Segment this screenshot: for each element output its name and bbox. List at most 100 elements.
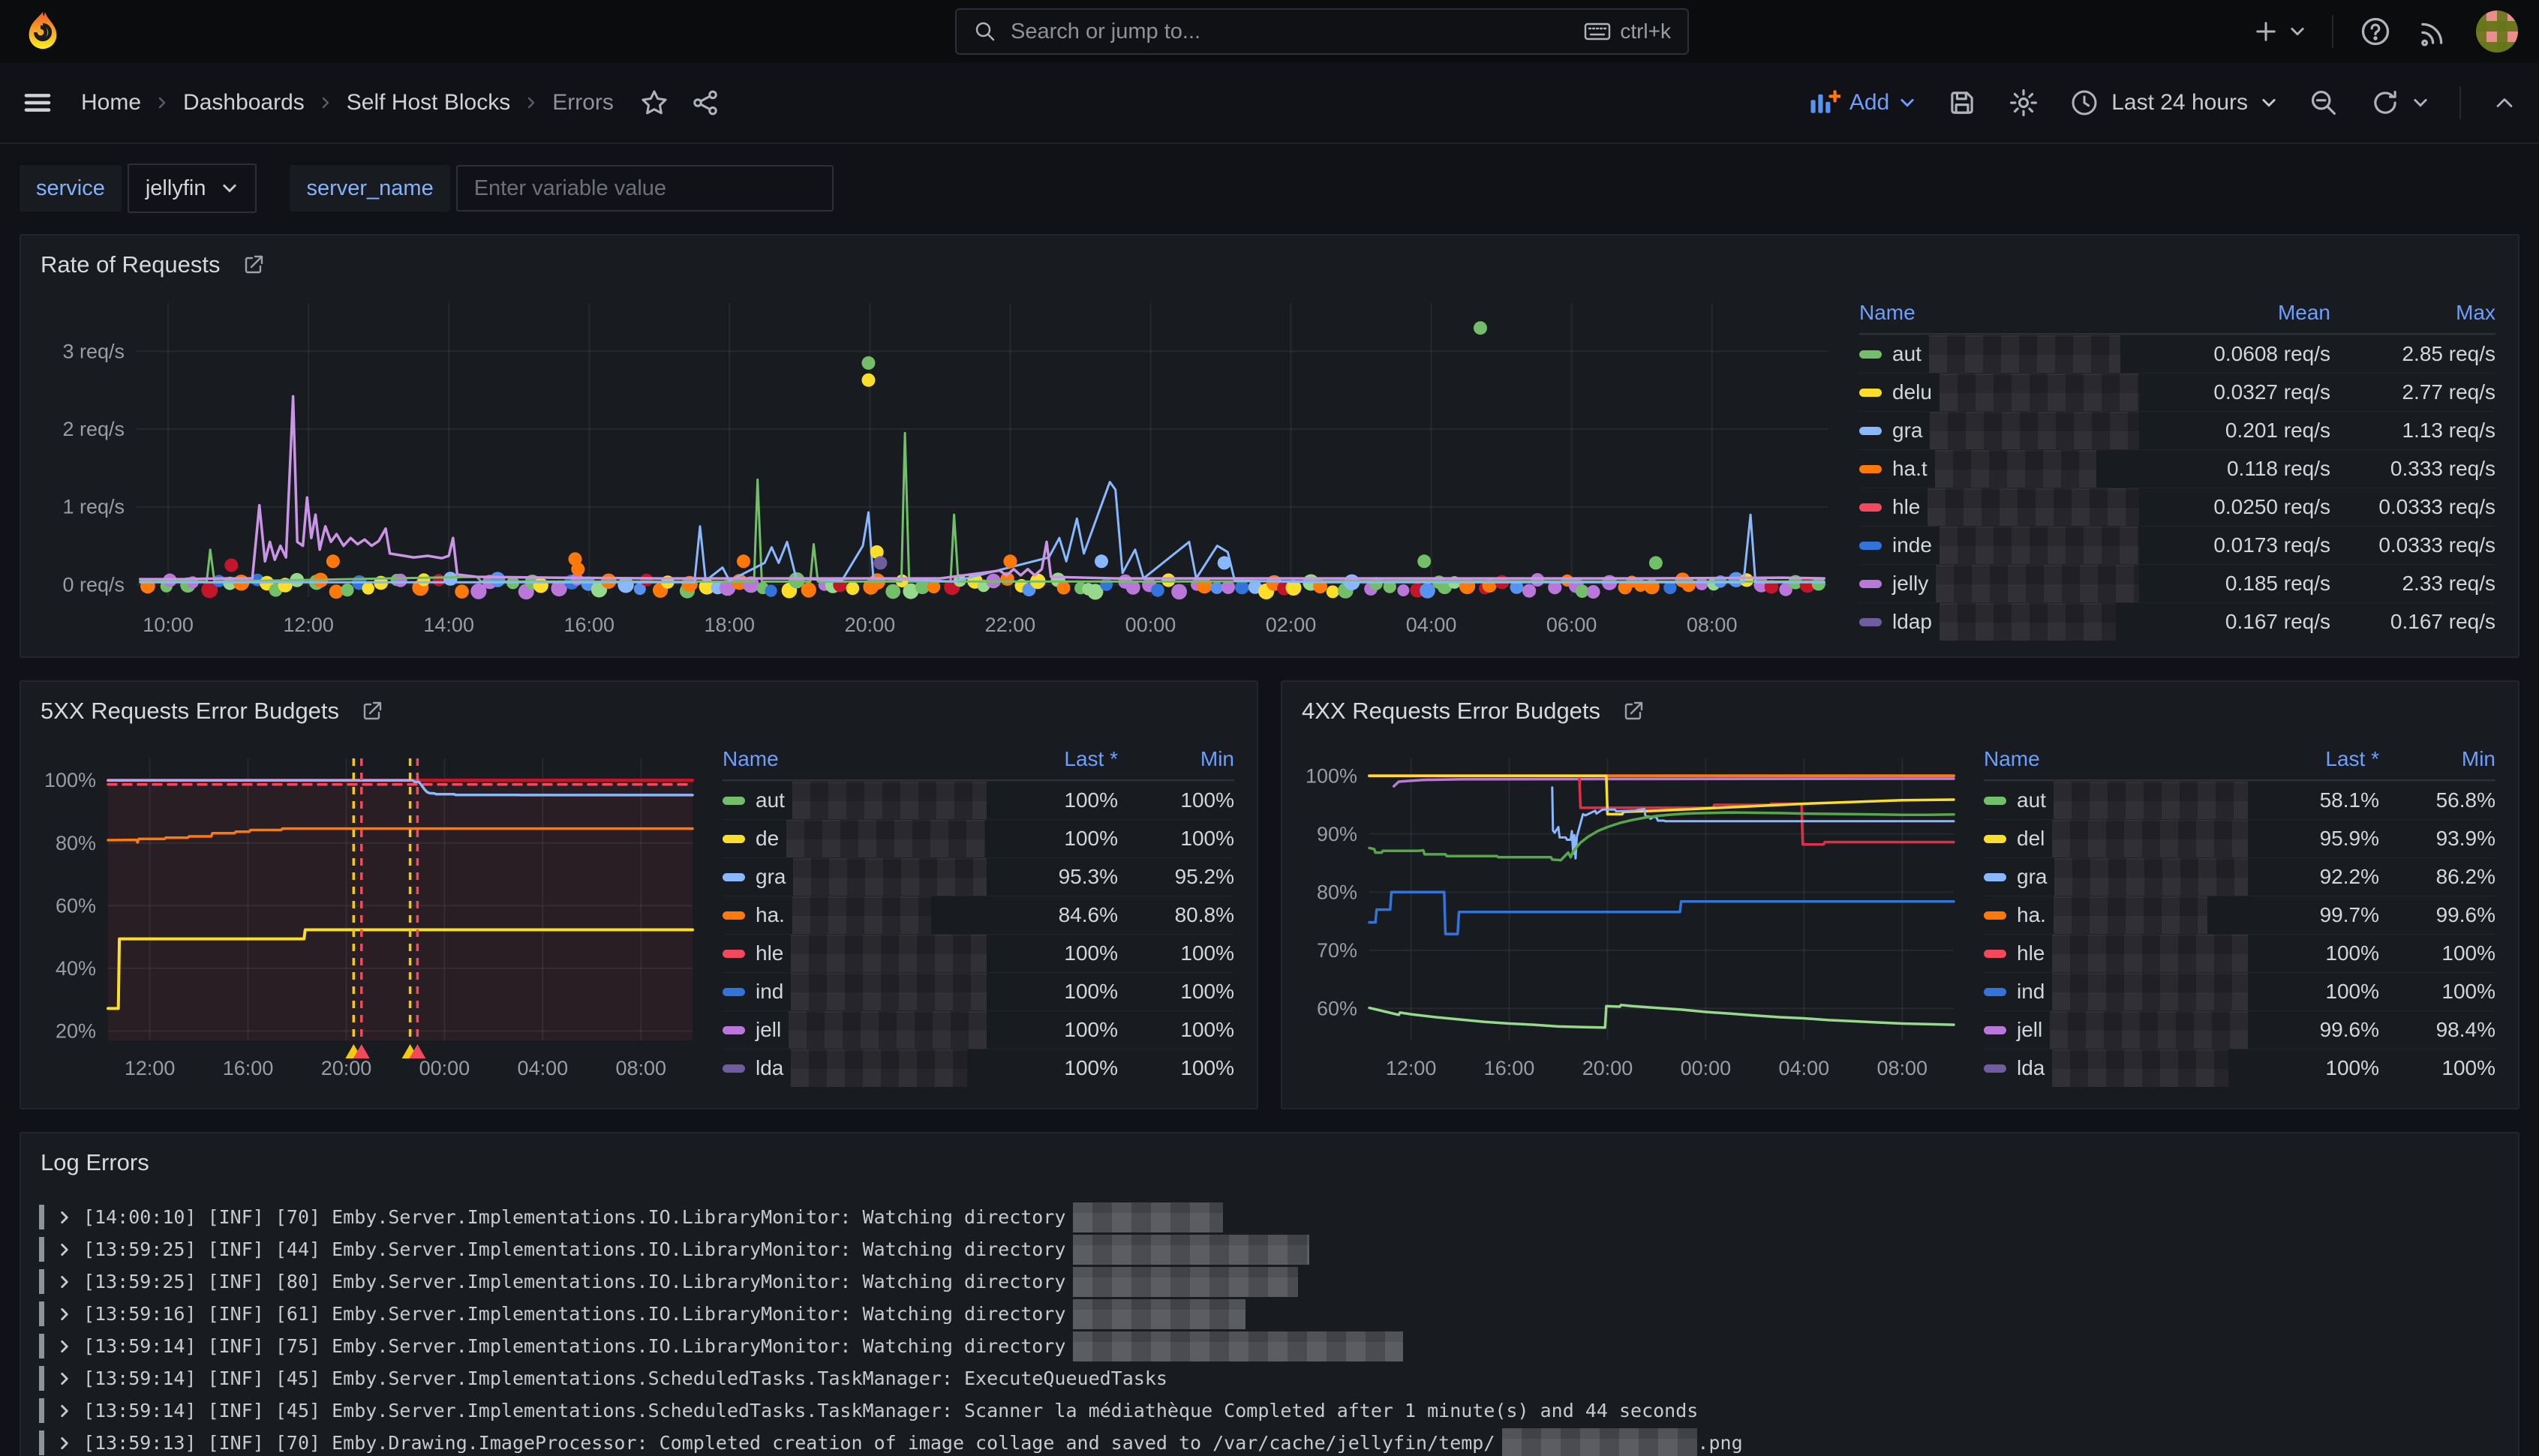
add-button[interactable]: Add <box>1809 89 1916 117</box>
four-xx-legend: Name Last * Min aut <box>1984 739 2495 1088</box>
expand-log-icon[interactable] <box>56 1435 73 1451</box>
redacted-text <box>792 782 987 819</box>
service-variable-select[interactable]: jellyfin <box>128 164 257 213</box>
svg-text:12:00: 12:00 <box>283 614 334 636</box>
legend-row[interactable]: ha. 99.7% 99.6% <box>1984 896 2495 934</box>
legend-row[interactable]: gra 95.3% 95.2% <box>723 857 1234 896</box>
legend-row[interactable]: lda 100% 100% <box>1984 1049 2495 1087</box>
redacted-text <box>1936 565 2139 602</box>
legend-row[interactable]: ldap 0.167 req/s 0.167 req/s <box>1859 602 2495 641</box>
panel-header[interactable]: 4XX Requests Error Budgets <box>1282 682 2518 736</box>
rate-of-requests-chart[interactable]: 10:0012:0014:0016:0018:0020:0022:0000:00… <box>24 290 1840 645</box>
svg-text:22:00: 22:00 <box>985 614 1036 636</box>
legend-row[interactable]: aut 100% 100% <box>723 781 1234 819</box>
legend-header[interactable]: Name Mean Max <box>1859 293 2495 335</box>
legend-row[interactable]: gra 92.2% 86.2% <box>1984 857 2495 896</box>
expand-log-icon[interactable] <box>56 1403 73 1419</box>
legend-row[interactable]: de 100% 100% <box>723 819 1234 857</box>
server-name-input[interactable] <box>456 165 834 212</box>
news-icon[interactable] <box>2417 15 2450 48</box>
five-xx-chart[interactable]: 12:0016:0020:0000:0004:0008:0020%40%60%8… <box>24 736 703 1088</box>
star-icon[interactable] <box>639 88 669 118</box>
legend-row[interactable]: gra 0.201 req/s 1.13 req/s <box>1859 411 2495 449</box>
menu-toggle[interactable] <box>21 86 54 119</box>
log-line[interactable]: [13:59:25] [INF] [44] Emby.Server.Implem… <box>39 1233 2510 1265</box>
redacted-text <box>1073 1267 1298 1297</box>
legend-header[interactable]: Name Last * Min <box>1984 739 2495 781</box>
log-line[interactable]: [13:59:14] [INF] [75] Emby.Server.Implem… <box>39 1330 2510 1362</box>
legend-row[interactable]: del 95.9% 93.9% <box>1984 819 2495 857</box>
expand-log-icon[interactable] <box>56 1241 73 1258</box>
series-color-pill <box>1859 542 1882 550</box>
new-button[interactable] <box>2251 17 2306 47</box>
legend-row[interactable]: jelly 0.185 req/s 2.33 req/s <box>1859 564 2495 602</box>
legend-row[interactable]: delu 0.0327 req/s 2.77 req/s <box>1859 373 2495 411</box>
legend-row[interactable]: ha. 84.6% 80.8% <box>723 896 1234 934</box>
min-value: 100% <box>1118 827 1234 851</box>
series-name: gra <box>1892 419 1922 443</box>
share-icon[interactable] <box>690 88 720 118</box>
panel-header[interactable]: Log Errors <box>21 1133 2518 1187</box>
legend-row[interactable]: ind 100% 100% <box>1984 972 2495 1010</box>
collapse-icon[interactable] <box>2491 89 2518 116</box>
panel-header[interactable]: 5XX Requests Error Budgets <box>21 682 1257 736</box>
legend-row[interactable]: jell 99.6% 98.4% <box>1984 1010 2495 1049</box>
settings-icon[interactable] <box>2008 87 2039 119</box>
legend-row[interactable]: aut 0.0608 req/s 2.85 req/s <box>1859 335 2495 373</box>
time-range-picker[interactable]: Last 24 hours <box>2069 88 2278 118</box>
log-line[interactable]: [13:59:16] [INF] [61] Emby.Server.Implem… <box>39 1298 2510 1330</box>
log-line[interactable]: [13:59:13] [INF] [70] Emby.Drawing.Image… <box>39 1427 2510 1456</box>
avatar[interactable] <box>2476 11 2518 53</box>
log-line[interactable]: [13:59:25] [INF] [80] Emby.Server.Implem… <box>39 1265 2510 1298</box>
series-color-pill <box>723 950 745 958</box>
breadcrumb-dashboards[interactable]: Dashboards <box>183 90 305 116</box>
legend-row[interactable]: aut 58.1% 56.8% <box>1984 781 2495 819</box>
legend-row[interactable]: hle 100% 100% <box>723 934 1234 972</box>
redacted-text <box>2052 820 2248 857</box>
save-button[interactable] <box>1946 87 1978 119</box>
expand-log-icon[interactable] <box>56 1306 73 1322</box>
grafana-logo[interactable] <box>21 10 65 53</box>
legend-row[interactable]: inde 0.0173 req/s 0.0333 req/s <box>1859 526 2495 564</box>
four-xx-chart[interactable]: 12:0016:0020:0000:0004:0008:0060%70%80%9… <box>1285 736 1964 1088</box>
svg-text:00:00: 00:00 <box>419 1057 470 1079</box>
legend-row[interactable]: hle 100% 100% <box>1984 934 2495 972</box>
log-text: [13:59:13] [INF] [70] Emby.Drawing.Image… <box>83 1432 1495 1454</box>
min-value: 99.6% <box>2379 903 2495 927</box>
external-link-icon[interactable] <box>360 699 384 723</box>
log-line[interactable]: [13:59:14] [INF] [45] Emby.Server.Implem… <box>39 1394 2510 1427</box>
breadcrumb-folder[interactable]: Self Host Blocks <box>347 90 510 116</box>
rate-legend: Name Mean Max aut <box>1859 293 2495 645</box>
log-line[interactable]: [14:00:10] [INF] [70] Emby.Server.Implem… <box>39 1201 2510 1233</box>
panel-header[interactable]: Rate of Requests <box>21 236 2518 290</box>
svg-text:04:00: 04:00 <box>518 1057 569 1079</box>
max-value: 2.33 req/s <box>2330 572 2495 596</box>
legend-row[interactable]: lda 100% 100% <box>723 1049 1234 1087</box>
mean-value: 0.201 req/s <box>2139 419 2330 443</box>
external-link-icon[interactable] <box>1621 699 1645 723</box>
redacted-text <box>1073 1331 1403 1361</box>
svg-text:60%: 60% <box>56 894 96 917</box>
svg-text:18:00: 18:00 <box>705 614 756 636</box>
legend-row[interactable]: ind 100% 100% <box>723 972 1234 1010</box>
help-icon[interactable] <box>2359 15 2392 48</box>
expand-log-icon[interactable] <box>56 1370 73 1387</box>
series-name: lda <box>756 1056 783 1080</box>
legend-header[interactable]: Name Last * Min <box>723 739 1234 781</box>
external-link-icon[interactable] <box>242 253 266 277</box>
log-line[interactable]: [13:59:14] [INF] [45] Emby.Server.Implem… <box>39 1362 2510 1394</box>
expand-log-icon[interactable] <box>56 1209 73 1226</box>
series-color-pill <box>723 835 745 843</box>
expand-log-icon[interactable] <box>56 1274 73 1290</box>
refresh-button[interactable] <box>2369 87 2429 119</box>
breadcrumb-home[interactable]: Home <box>81 90 141 116</box>
legend-row[interactable]: jell 100% 100% <box>723 1010 1234 1049</box>
zoom-out-icon[interactable] <box>2308 87 2339 119</box>
legend-row[interactable]: ha.t 0.118 req/s 0.333 req/s <box>1859 449 2495 488</box>
svg-text:04:00: 04:00 <box>1779 1057 1830 1079</box>
log-text: [13:59:25] [INF] [80] Emby.Server.Implem… <box>83 1271 1065 1292</box>
legend-row[interactable]: hle 0.0250 req/s 0.0333 req/s <box>1859 488 2495 526</box>
search-input[interactable]: Search or jump to... ctrl+k <box>955 8 1689 55</box>
series-name: ind <box>2017 980 2045 1004</box>
expand-log-icon[interactable] <box>56 1338 73 1355</box>
